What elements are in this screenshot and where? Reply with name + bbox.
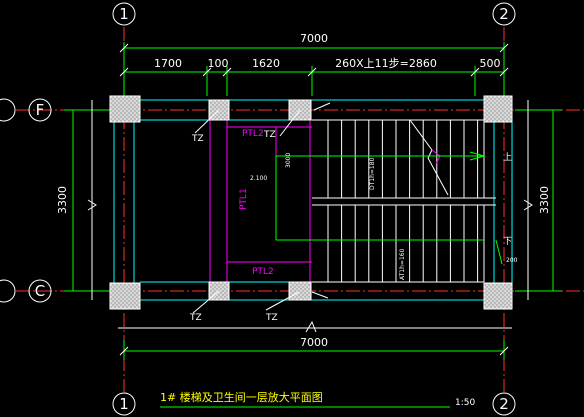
beams xyxy=(209,120,312,282)
dim-right-height: 3300 xyxy=(538,186,551,214)
svg-text:2: 2 xyxy=(499,5,509,23)
column-1c xyxy=(109,282,141,310)
columns xyxy=(109,95,513,310)
stair-plan-drawing: 1 2 1 2 F C 7000 1700 100 1620 260X上11步=… xyxy=(0,2,584,416)
dim-seg-5: 500 xyxy=(480,57,501,70)
ptl1-label: PTL1 xyxy=(239,188,249,210)
column-1f xyxy=(109,95,141,123)
tz-label-4: TZ xyxy=(265,313,278,323)
column-2c xyxy=(483,282,513,310)
walls xyxy=(113,99,513,301)
ptl2-top-label: PTL2 xyxy=(242,129,264,139)
left-dimension xyxy=(64,100,110,300)
tz-label-1: TZ xyxy=(191,134,204,144)
axis-bubble-2-bottom: 2 xyxy=(492,392,516,416)
dim-left-height: 3300 xyxy=(56,186,69,214)
axis-bubble-2-top: 2 xyxy=(492,2,516,26)
stair-note-at1: AT1h=160 xyxy=(399,248,406,280)
axis-bubble-1-bottom: 1 xyxy=(112,392,136,416)
svg-text:F: F xyxy=(36,101,45,119)
dim-seg-3: 1620 xyxy=(252,57,280,70)
arrow-down-label: 下 xyxy=(503,237,512,247)
dim-seg-2: 100 xyxy=(208,57,229,70)
ptl2-bottom-label: PTL2 xyxy=(252,267,274,277)
tz-label-3: TZ xyxy=(189,313,202,323)
column-stair-bottom xyxy=(288,281,312,301)
elevation-label: 2.100 xyxy=(250,175,267,182)
svg-text:2: 2 xyxy=(499,395,509,413)
axis-bubble-1-top: 1 xyxy=(112,2,136,26)
tz-label-2: TZ xyxy=(263,130,276,140)
dim-seg-4: 260X上11步=2860 xyxy=(335,57,437,70)
svg-text:C: C xyxy=(35,282,45,300)
dim-top-total: 7000 xyxy=(300,32,328,45)
small-dim-200: 200 xyxy=(506,257,518,264)
drawing-scale: 1:50 xyxy=(455,398,475,408)
dim-bottom-total: 7000 xyxy=(300,336,328,349)
dim-seg-1: 1700 xyxy=(154,57,182,70)
small-dim-3000: 3000 xyxy=(285,153,292,168)
svg-text:1: 1 xyxy=(119,395,129,413)
arrow-up-label: 上 xyxy=(503,152,512,163)
drawing-title: 1# 楼梯及卫生间一层放大平面图 xyxy=(160,390,323,404)
column-2f xyxy=(483,95,513,123)
stair-note-dt1: DT1h=180 xyxy=(369,157,376,190)
svg-text:1: 1 xyxy=(119,5,129,23)
